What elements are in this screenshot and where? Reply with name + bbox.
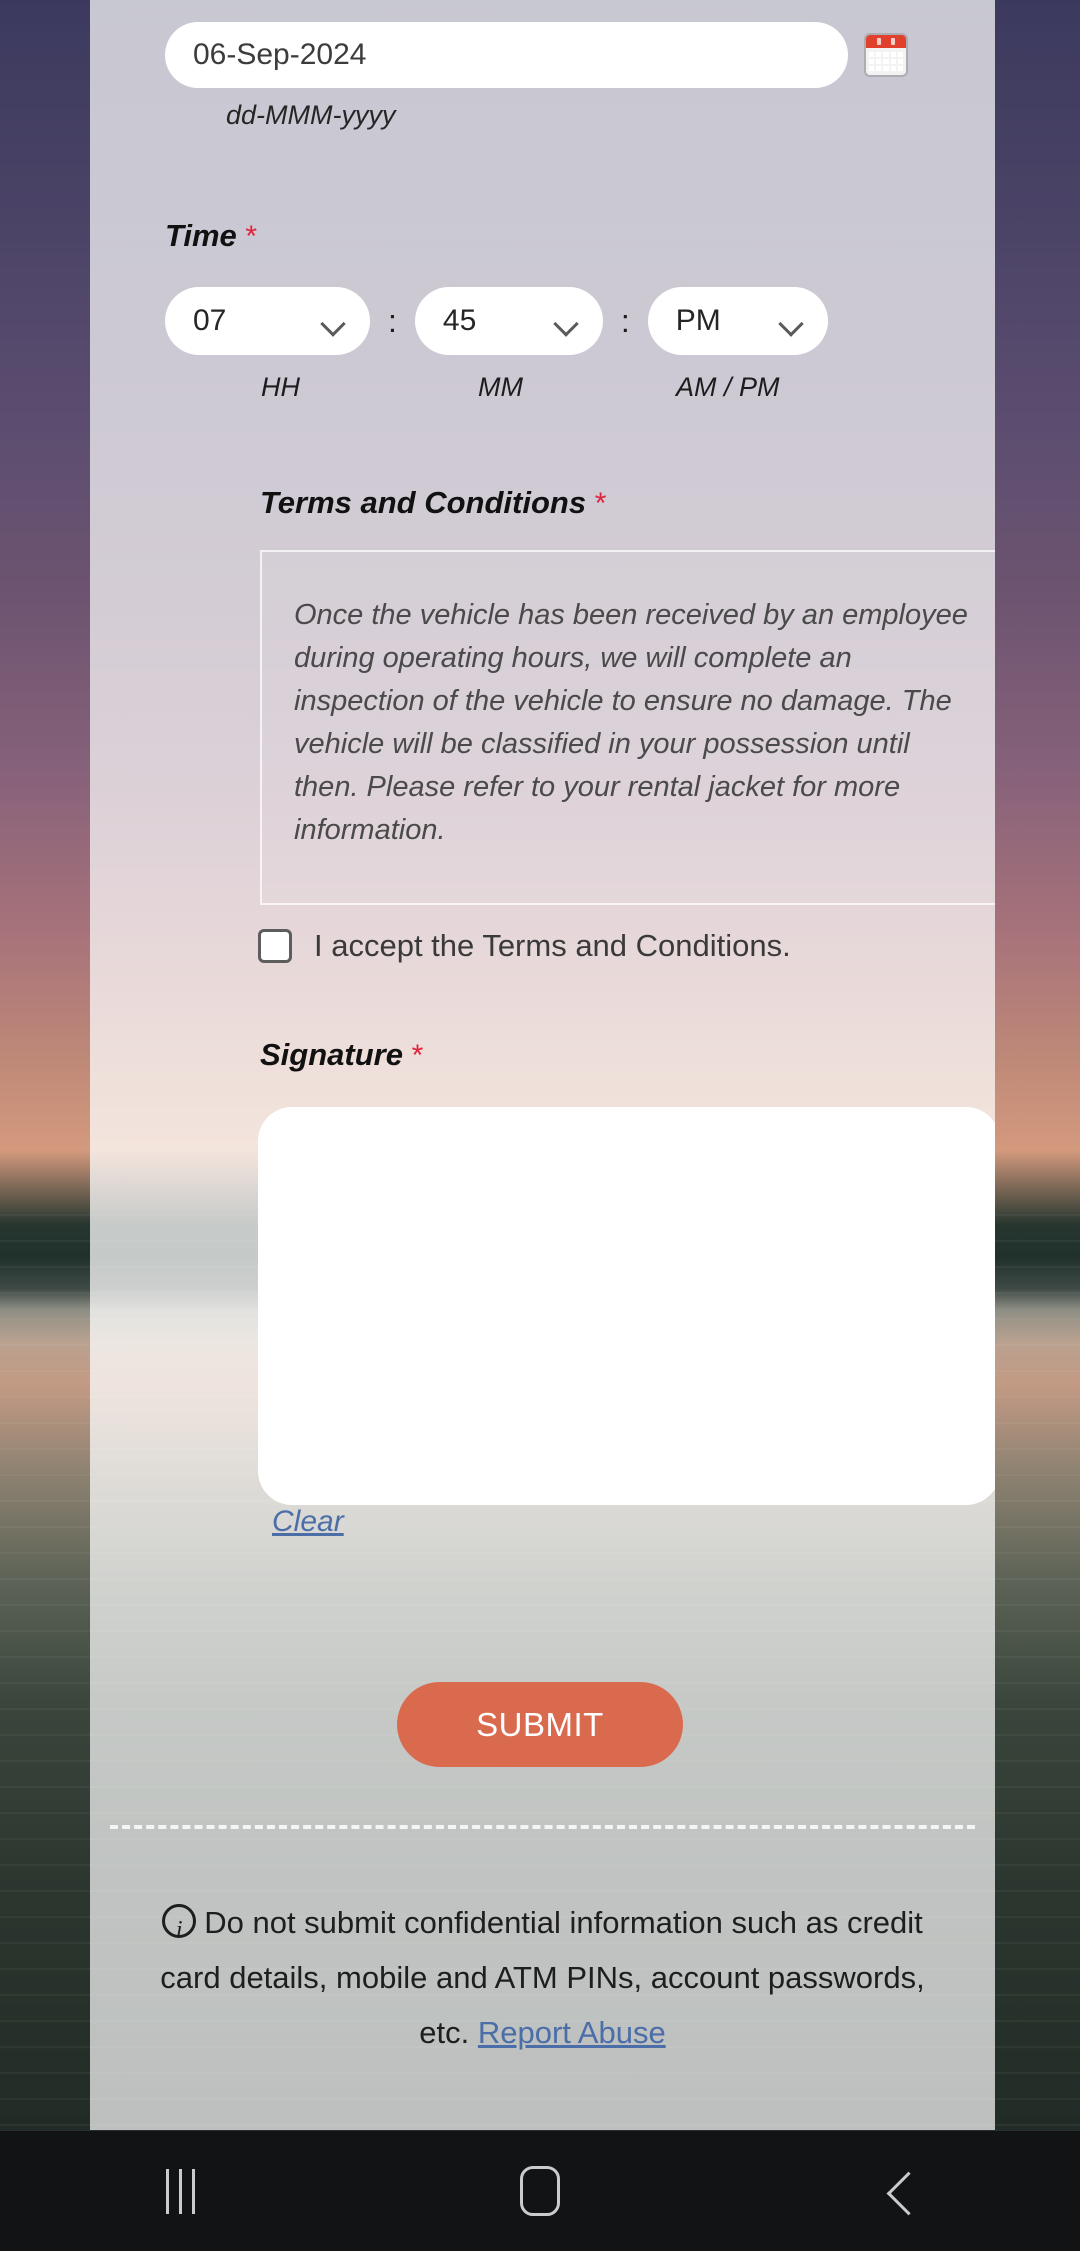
info-circle-icon xyxy=(162,1904,196,1938)
terms-section-label: Terms and Conditions * xyxy=(260,485,606,521)
submit-button[interactable]: SUBMIT xyxy=(397,1682,683,1767)
time-required-asterisk: * xyxy=(245,220,257,253)
terms-text: Once the vehicle has been received by an… xyxy=(294,594,970,852)
signature-section-label: Signature * xyxy=(260,1037,423,1073)
minute-hint: MM xyxy=(478,372,523,403)
back-chevron-icon xyxy=(887,2178,913,2204)
date-row xyxy=(165,22,945,88)
back-button[interactable] xyxy=(830,2131,970,2252)
hour-select[interactable]: 07 xyxy=(165,287,370,355)
footer-divider xyxy=(110,1825,975,1829)
chevron-down-icon xyxy=(324,315,346,328)
hour-value: 07 xyxy=(193,304,226,338)
meridiem-value: PM xyxy=(676,304,721,338)
time-separator-2: : xyxy=(603,303,648,340)
chevron-down-icon xyxy=(782,315,804,328)
minute-value: 45 xyxy=(443,304,476,338)
report-abuse-link[interactable]: Report Abuse xyxy=(478,2015,666,2050)
recent-apps-icon xyxy=(166,2169,195,2214)
date-input[interactable] xyxy=(165,22,848,88)
time-label-text: Time xyxy=(165,218,237,253)
accept-terms-label: I accept the Terms and Conditions. xyxy=(314,928,791,964)
meridiem-hint: AM / PM xyxy=(676,372,780,403)
signature-required-asterisk: * xyxy=(412,1039,424,1072)
form-sheet: dd-MMM-yyyy Time * 07 : 45 : PM HH MM xyxy=(90,0,995,2130)
home-button[interactable] xyxy=(470,2131,610,2252)
date-format-hint: dd-MMM-yyyy xyxy=(226,100,396,131)
signature-canvas[interactable] xyxy=(258,1107,995,1505)
minute-select[interactable]: 45 xyxy=(415,287,603,355)
calendar-icon[interactable] xyxy=(866,35,906,75)
time-section-label: Time * xyxy=(165,218,257,254)
hour-hint: HH xyxy=(261,372,300,403)
android-navigation-bar xyxy=(0,2130,1080,2251)
chevron-down-icon xyxy=(557,315,579,328)
footer-disclaimer: Do not submit confidential information s… xyxy=(140,1895,945,2060)
meridiem-select[interactable]: PM xyxy=(648,287,828,355)
recent-apps-button[interactable] xyxy=(110,2131,250,2252)
terms-text-box[interactable]: Once the vehicle has been received by an… xyxy=(260,550,995,905)
accept-terms-row[interactable]: I accept the Terms and Conditions. xyxy=(258,928,791,964)
time-separator-1: : xyxy=(370,303,415,340)
home-icon xyxy=(520,2166,560,2216)
terms-label-text: Terms and Conditions xyxy=(260,485,586,520)
accept-terms-checkbox[interactable] xyxy=(258,929,292,963)
signature-label-text: Signature xyxy=(260,1037,403,1072)
clear-signature-link[interactable]: Clear xyxy=(272,1505,344,1539)
time-row: 07 : 45 : PM xyxy=(165,287,828,355)
terms-required-asterisk: * xyxy=(595,487,607,520)
